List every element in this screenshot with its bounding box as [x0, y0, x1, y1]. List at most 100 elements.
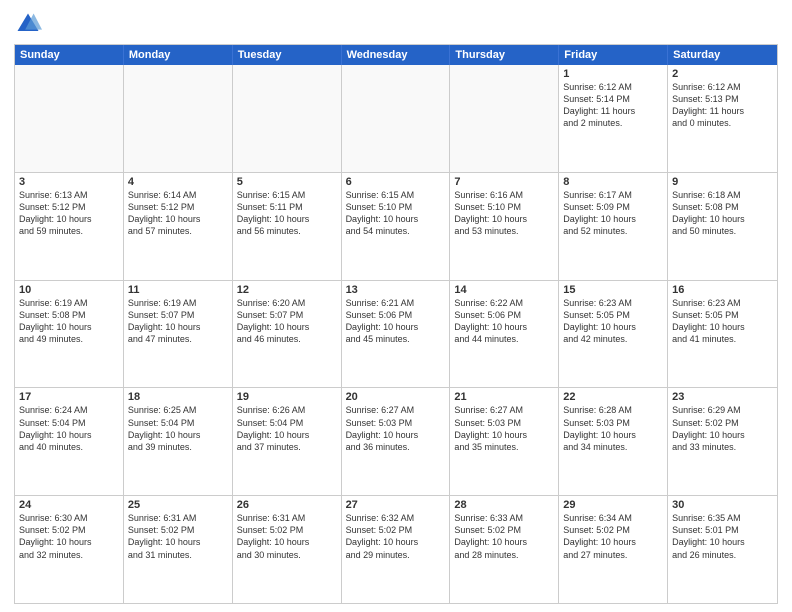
day-number: 29: [563, 499, 663, 511]
calendar-cell-28: 28Sunrise: 6:33 AM Sunset: 5:02 PM Dayli…: [450, 496, 559, 603]
calendar-cell-6: 6Sunrise: 6:15 AM Sunset: 5:10 PM Daylig…: [342, 173, 451, 280]
calendar-cell-15: 15Sunrise: 6:23 AM Sunset: 5:05 PM Dayli…: [559, 281, 668, 388]
cell-info: Sunrise: 6:35 AM Sunset: 5:01 PM Dayligh…: [672, 512, 773, 561]
header-day-wednesday: Wednesday: [342, 45, 451, 65]
day-number: 28: [454, 499, 554, 511]
calendar-cell-empty-0-3: [342, 65, 451, 172]
calendar-cell-empty-0-2: [233, 65, 342, 172]
day-number: 10: [19, 284, 119, 296]
calendar-cell-30: 30Sunrise: 6:35 AM Sunset: 5:01 PM Dayli…: [668, 496, 777, 603]
day-number: 3: [19, 176, 119, 188]
calendar-cell-17: 17Sunrise: 6:24 AM Sunset: 5:04 PM Dayli…: [15, 388, 124, 495]
day-number: 13: [346, 284, 446, 296]
cell-info: Sunrise: 6:27 AM Sunset: 5:03 PM Dayligh…: [454, 404, 554, 453]
header-day-friday: Friday: [559, 45, 668, 65]
calendar-cell-29: 29Sunrise: 6:34 AM Sunset: 5:02 PM Dayli…: [559, 496, 668, 603]
header-day-thursday: Thursday: [450, 45, 559, 65]
calendar-row-2: 10Sunrise: 6:19 AM Sunset: 5:08 PM Dayli…: [15, 280, 777, 388]
cell-info: Sunrise: 6:20 AM Sunset: 5:07 PM Dayligh…: [237, 297, 337, 346]
day-number: 9: [672, 176, 773, 188]
calendar-cell-8: 8Sunrise: 6:17 AM Sunset: 5:09 PM Daylig…: [559, 173, 668, 280]
page: SundayMondayTuesdayWednesdayThursdayFrid…: [0, 0, 792, 612]
cell-info: Sunrise: 6:15 AM Sunset: 5:11 PM Dayligh…: [237, 189, 337, 238]
cell-info: Sunrise: 6:21 AM Sunset: 5:06 PM Dayligh…: [346, 297, 446, 346]
calendar-cell-2: 2Sunrise: 6:12 AM Sunset: 5:13 PM Daylig…: [668, 65, 777, 172]
calendar-cell-24: 24Sunrise: 6:30 AM Sunset: 5:02 PM Dayli…: [15, 496, 124, 603]
cell-info: Sunrise: 6:31 AM Sunset: 5:02 PM Dayligh…: [237, 512, 337, 561]
cell-info: Sunrise: 6:30 AM Sunset: 5:02 PM Dayligh…: [19, 512, 119, 561]
calendar-cell-20: 20Sunrise: 6:27 AM Sunset: 5:03 PM Dayli…: [342, 388, 451, 495]
cell-info: Sunrise: 6:22 AM Sunset: 5:06 PM Dayligh…: [454, 297, 554, 346]
cell-info: Sunrise: 6:12 AM Sunset: 5:14 PM Dayligh…: [563, 81, 663, 130]
day-number: 7: [454, 176, 554, 188]
calendar-cell-18: 18Sunrise: 6:25 AM Sunset: 5:04 PM Dayli…: [124, 388, 233, 495]
header-day-tuesday: Tuesday: [233, 45, 342, 65]
day-number: 19: [237, 391, 337, 403]
calendar-cell-23: 23Sunrise: 6:29 AM Sunset: 5:02 PM Dayli…: [668, 388, 777, 495]
day-number: 17: [19, 391, 119, 403]
calendar-cell-14: 14Sunrise: 6:22 AM Sunset: 5:06 PM Dayli…: [450, 281, 559, 388]
day-number: 11: [128, 284, 228, 296]
day-number: 12: [237, 284, 337, 296]
calendar-row-3: 17Sunrise: 6:24 AM Sunset: 5:04 PM Dayli…: [15, 387, 777, 495]
calendar-row-0: 1Sunrise: 6:12 AM Sunset: 5:14 PM Daylig…: [15, 65, 777, 172]
calendar-cell-27: 27Sunrise: 6:32 AM Sunset: 5:02 PM Dayli…: [342, 496, 451, 603]
day-number: 30: [672, 499, 773, 511]
calendar-cell-10: 10Sunrise: 6:19 AM Sunset: 5:08 PM Dayli…: [15, 281, 124, 388]
calendar: SundayMondayTuesdayWednesdayThursdayFrid…: [14, 44, 778, 604]
day-number: 6: [346, 176, 446, 188]
cell-info: Sunrise: 6:33 AM Sunset: 5:02 PM Dayligh…: [454, 512, 554, 561]
calendar-cell-empty-0-4: [450, 65, 559, 172]
cell-info: Sunrise: 6:25 AM Sunset: 5:04 PM Dayligh…: [128, 404, 228, 453]
cell-info: Sunrise: 6:14 AM Sunset: 5:12 PM Dayligh…: [128, 189, 228, 238]
calendar-cell-21: 21Sunrise: 6:27 AM Sunset: 5:03 PM Dayli…: [450, 388, 559, 495]
day-number: 4: [128, 176, 228, 188]
day-number: 1: [563, 68, 663, 80]
day-number: 2: [672, 68, 773, 80]
calendar-row-4: 24Sunrise: 6:30 AM Sunset: 5:02 PM Dayli…: [15, 495, 777, 603]
logo: [14, 10, 46, 38]
cell-info: Sunrise: 6:26 AM Sunset: 5:04 PM Dayligh…: [237, 404, 337, 453]
calendar-body: 1Sunrise: 6:12 AM Sunset: 5:14 PM Daylig…: [15, 65, 777, 603]
calendar-cell-empty-0-1: [124, 65, 233, 172]
day-number: 18: [128, 391, 228, 403]
logo-icon: [14, 10, 42, 38]
calendar-cell-25: 25Sunrise: 6:31 AM Sunset: 5:02 PM Dayli…: [124, 496, 233, 603]
calendar-cell-7: 7Sunrise: 6:16 AM Sunset: 5:10 PM Daylig…: [450, 173, 559, 280]
cell-info: Sunrise: 6:12 AM Sunset: 5:13 PM Dayligh…: [672, 81, 773, 130]
calendar-cell-1: 1Sunrise: 6:12 AM Sunset: 5:14 PM Daylig…: [559, 65, 668, 172]
calendar-cell-12: 12Sunrise: 6:20 AM Sunset: 5:07 PM Dayli…: [233, 281, 342, 388]
day-number: 24: [19, 499, 119, 511]
cell-info: Sunrise: 6:19 AM Sunset: 5:07 PM Dayligh…: [128, 297, 228, 346]
cell-info: Sunrise: 6:23 AM Sunset: 5:05 PM Dayligh…: [672, 297, 773, 346]
day-number: 14: [454, 284, 554, 296]
day-number: 8: [563, 176, 663, 188]
calendar-cell-5: 5Sunrise: 6:15 AM Sunset: 5:11 PM Daylig…: [233, 173, 342, 280]
cell-info: Sunrise: 6:24 AM Sunset: 5:04 PM Dayligh…: [19, 404, 119, 453]
calendar-cell-11: 11Sunrise: 6:19 AM Sunset: 5:07 PM Dayli…: [124, 281, 233, 388]
cell-info: Sunrise: 6:34 AM Sunset: 5:02 PM Dayligh…: [563, 512, 663, 561]
calendar-cell-3: 3Sunrise: 6:13 AM Sunset: 5:12 PM Daylig…: [15, 173, 124, 280]
calendar-cell-13: 13Sunrise: 6:21 AM Sunset: 5:06 PM Dayli…: [342, 281, 451, 388]
calendar-cell-22: 22Sunrise: 6:28 AM Sunset: 5:03 PM Dayli…: [559, 388, 668, 495]
cell-info: Sunrise: 6:31 AM Sunset: 5:02 PM Dayligh…: [128, 512, 228, 561]
cell-info: Sunrise: 6:29 AM Sunset: 5:02 PM Dayligh…: [672, 404, 773, 453]
day-number: 15: [563, 284, 663, 296]
cell-info: Sunrise: 6:32 AM Sunset: 5:02 PM Dayligh…: [346, 512, 446, 561]
calendar-cell-9: 9Sunrise: 6:18 AM Sunset: 5:08 PM Daylig…: [668, 173, 777, 280]
day-number: 22: [563, 391, 663, 403]
day-number: 5: [237, 176, 337, 188]
cell-info: Sunrise: 6:27 AM Sunset: 5:03 PM Dayligh…: [346, 404, 446, 453]
header-day-sunday: Sunday: [15, 45, 124, 65]
day-number: 23: [672, 391, 773, 403]
cell-info: Sunrise: 6:19 AM Sunset: 5:08 PM Dayligh…: [19, 297, 119, 346]
cell-info: Sunrise: 6:18 AM Sunset: 5:08 PM Dayligh…: [672, 189, 773, 238]
day-number: 16: [672, 284, 773, 296]
day-number: 20: [346, 391, 446, 403]
calendar-cell-empty-0-0: [15, 65, 124, 172]
header: [14, 10, 778, 38]
calendar-cell-16: 16Sunrise: 6:23 AM Sunset: 5:05 PM Dayli…: [668, 281, 777, 388]
day-number: 21: [454, 391, 554, 403]
calendar-cell-26: 26Sunrise: 6:31 AM Sunset: 5:02 PM Dayli…: [233, 496, 342, 603]
cell-info: Sunrise: 6:17 AM Sunset: 5:09 PM Dayligh…: [563, 189, 663, 238]
